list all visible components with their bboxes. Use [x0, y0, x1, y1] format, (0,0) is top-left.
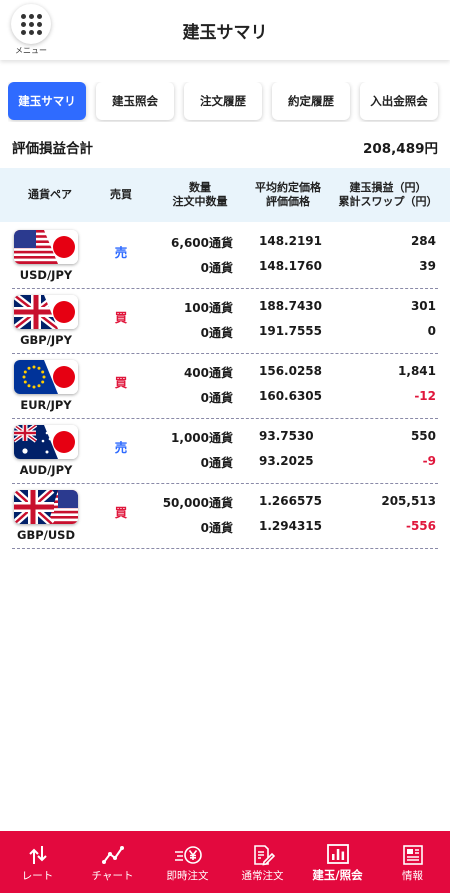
total-pl-value: 208,489円: [363, 141, 438, 157]
col-price-line2: 評価価格: [266, 195, 310, 208]
app-header: メニュー 建玉サマリ: [0, 0, 450, 60]
swap-value: -556: [405, 519, 436, 533]
usd-jpy-flag-icon: [14, 230, 78, 264]
position-row[interactable]: GBP/JPY 買 100通貨 0通貨 188.7430 191.7555 30…: [0, 289, 450, 354]
position-bars-icon: [326, 841, 350, 867]
nav-instant-order[interactable]: 即時注文: [150, 831, 225, 893]
swap-value: 39: [419, 259, 436, 273]
pair-label: GBP/JPY: [20, 333, 72, 347]
avg-price-value: 188.7430: [259, 299, 323, 313]
pair-label: AUD/JPY: [19, 463, 73, 477]
order-document-pen-icon: [251, 842, 275, 868]
table-header: 通貨ペア 売買 数量 注文中数量 平均約定価格 評価価格 建玉損益（円） 累計ス…: [0, 168, 450, 222]
tab-position-inquiry[interactable]: 建玉照会: [96, 82, 174, 120]
aud-jpy-flag-icon: [14, 425, 78, 459]
rate-arrows-icon: [27, 842, 49, 868]
pl-value: 205,513: [381, 494, 436, 508]
avg-price-value: 1.266575: [259, 494, 323, 508]
nav-normal-order-label: 通常注文: [241, 869, 284, 882]
pair-label: USD/JPY: [19, 268, 73, 282]
bottom-nav: レート チャート 即時注文 通常注文 建玉/照会 情報: [0, 831, 450, 893]
swap-value: -9: [422, 454, 436, 468]
avg-price-value: 148.2191: [259, 234, 323, 248]
nav-info[interactable]: 情報: [375, 831, 450, 893]
tab-bar: 建玉サマリ 建玉照会 注文履歴 約定履歴 入出金照会: [8, 82, 450, 122]
position-row[interactable]: GBP/USD 買 50,000通貨 0通貨 1.266575 1.294315…: [0, 484, 450, 549]
col-pl-line1: 建玉損益（円）: [349, 181, 427, 194]
news-icon: [401, 842, 425, 868]
tab-deposit-withdrawal[interactable]: 入出金照会: [360, 82, 438, 120]
pair-label: EUR/JPY: [20, 398, 72, 412]
position-row[interactable]: EUR/JPY 買 400通貨 0通貨 156.0258 160.6305 1,…: [0, 354, 450, 419]
menu-button[interactable]: メニュー: [10, 4, 52, 56]
pl-value: 1,841: [398, 364, 436, 378]
menu-label: メニュー: [15, 46, 47, 55]
chart-line-icon: [101, 842, 125, 868]
nav-positions-label: 建玉/照会: [312, 868, 363, 882]
page-title: 建玉サマリ: [182, 22, 268, 43]
side-label: 買: [114, 310, 128, 325]
total-pl-label: 評価損益合計: [12, 141, 93, 157]
position-row[interactable]: AUD/JPY 売 1,000通貨 0通貨 93.7530 93.2025 55…: [0, 419, 450, 484]
pending-qty-value: 0通貨: [200, 521, 233, 535]
nav-instant-order-label: 即時注文: [166, 869, 209, 882]
nav-info-label: 情報: [402, 869, 423, 882]
swap-value: 0: [427, 324, 436, 338]
qty-value: 400通貨: [183, 366, 233, 380]
nav-rate-label: レート: [21, 869, 54, 882]
gbp-usd-flag-icon: [14, 490, 78, 524]
eval-price-value: 148.1760: [259, 259, 323, 273]
avg-price-value: 93.7530: [259, 429, 314, 443]
nav-normal-order[interactable]: 通常注文: [225, 831, 300, 893]
pending-qty-value: 0通貨: [200, 326, 233, 340]
col-pl-line2: 累計スワップ（円）: [338, 195, 438, 208]
nav-chart[interactable]: チャート: [75, 831, 150, 893]
qty-value: 100通貨: [183, 301, 233, 315]
avg-price-value: 156.0258: [259, 364, 323, 378]
eur-jpy-flag-icon: [14, 360, 78, 394]
side-label: 売: [114, 440, 128, 455]
col-qty-line2: 注文中数量: [172, 195, 228, 208]
pair-label: GBP/USD: [17, 528, 75, 542]
pl-value: 301: [410, 299, 436, 313]
col-price-line1: 平均約定価格: [255, 181, 321, 194]
instant-order-yen-icon: [173, 842, 203, 868]
gbp-jpy-flag-icon: [14, 295, 78, 329]
pending-qty-value: 0通貨: [200, 391, 233, 405]
qty-value: 1,000通貨: [171, 431, 233, 445]
side-label: 買: [114, 505, 128, 520]
tab-position-summary[interactable]: 建玉サマリ: [8, 82, 86, 120]
col-qty-line1: 数量: [189, 181, 211, 194]
col-pl: 建玉損益（円） 累計スワップ（円）: [332, 181, 444, 209]
tab-order-history[interactable]: 注文履歴: [184, 82, 262, 120]
pending-qty-value: 0通貨: [200, 261, 233, 275]
nav-rate[interactable]: レート: [0, 831, 75, 893]
col-pair: 通貨ペア: [28, 188, 72, 201]
tab-execution-history[interactable]: 約定履歴: [272, 82, 350, 120]
menu-grid-icon[interactable]: [11, 4, 51, 44]
eval-price-value: 160.6305: [259, 389, 323, 403]
total-pl-summary: 評価損益合計 208,489円: [0, 132, 450, 162]
eval-price-value: 191.7555: [259, 324, 323, 338]
pending-qty-value: 0通貨: [200, 456, 233, 470]
col-price: 平均約定価格 評価価格: [246, 181, 330, 209]
pl-value: 550: [410, 429, 436, 443]
nav-positions[interactable]: 建玉/照会: [300, 831, 375, 893]
nav-chart-label: チャート: [91, 869, 134, 882]
eval-price-value: 1.294315: [259, 519, 323, 533]
side-label: 買: [114, 375, 128, 390]
qty-value: 50,000通貨: [162, 496, 233, 510]
side-label: 売: [114, 245, 128, 260]
pl-value: 284: [410, 234, 436, 248]
qty-value: 6,600通貨: [171, 236, 233, 250]
eval-price-value: 93.2025: [259, 454, 314, 468]
col-side: 売買: [110, 188, 132, 201]
col-qty: 数量 注文中数量: [160, 181, 240, 209]
row-divider: [12, 548, 438, 549]
swap-value: -12: [414, 389, 436, 403]
position-row[interactable]: USD/JPY 売 6,600通貨 0通貨 148.2191 148.1760 …: [0, 224, 450, 289]
